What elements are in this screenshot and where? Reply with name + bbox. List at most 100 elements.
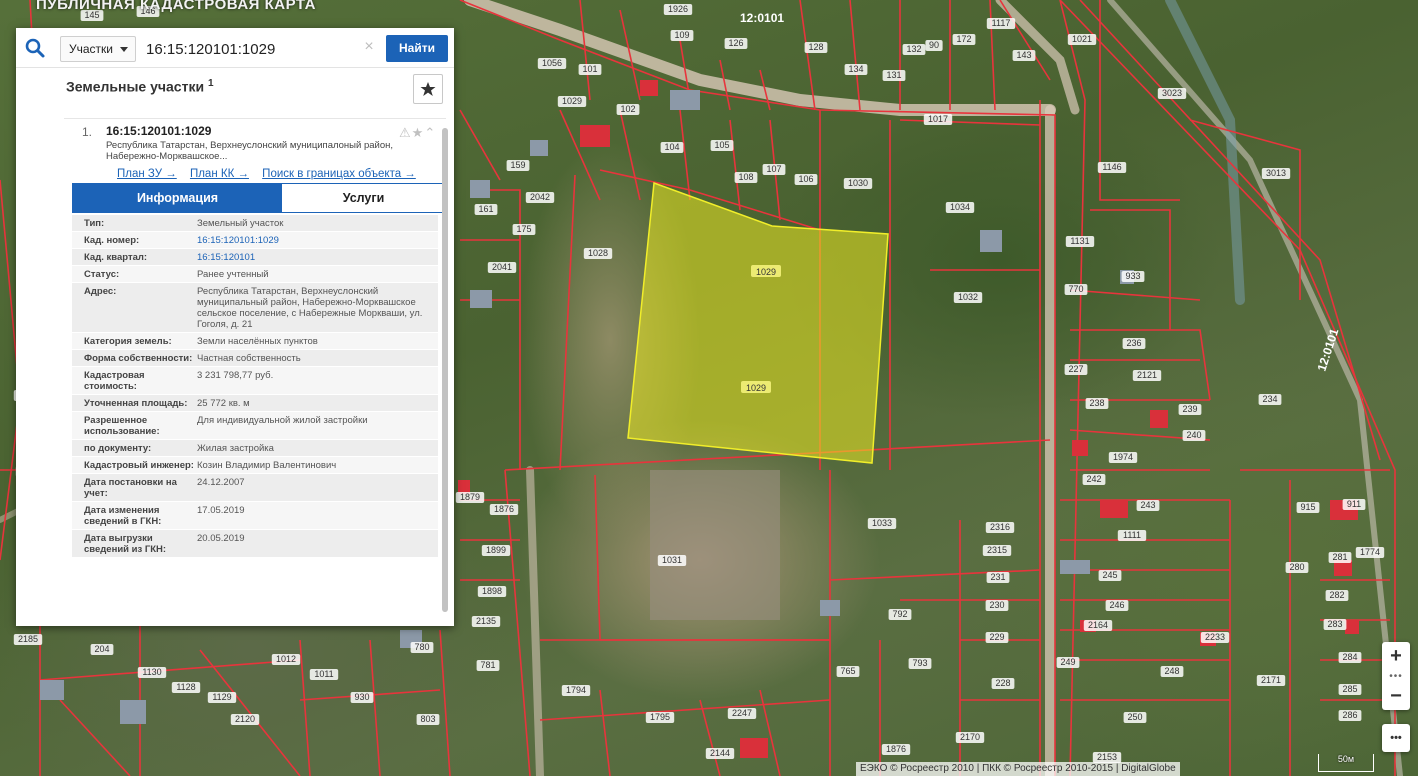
parcel-label-text: 1032 bbox=[958, 292, 978, 302]
parcel-label-text: 231 bbox=[990, 572, 1005, 582]
parcel-label: 1129 bbox=[207, 692, 237, 703]
quarter-label: 12:0101 bbox=[740, 11, 784, 25]
parcel-label: 126 bbox=[724, 38, 748, 49]
info-value: 24.12.2007 bbox=[197, 477, 245, 488]
parcel-label: 227 bbox=[1064, 364, 1088, 375]
info-value[interactable]: 16:15:120101:1029 bbox=[197, 232, 438, 248]
parcel-label-text: 242 bbox=[1086, 474, 1101, 484]
parcel-label-text: 234 bbox=[1262, 394, 1277, 404]
star-icon bbox=[420, 82, 436, 96]
parcel-label-text: 228 bbox=[995, 678, 1010, 688]
parcel-label-text: 230 bbox=[989, 600, 1004, 610]
search-in-bounds-link[interactable]: Поиск в границах объекта → bbox=[262, 168, 416, 180]
plan-kk-link[interactable]: План КК → bbox=[190, 168, 249, 180]
chevron-up-icon[interactable]: ⌃ bbox=[424, 125, 436, 140]
parcel-label-text: 1879 bbox=[460, 492, 480, 502]
parcel-label-text: 1130 bbox=[142, 667, 161, 677]
parcel-label-text: 1774 bbox=[1360, 547, 1380, 557]
parcel-label: 911 bbox=[1342, 499, 1366, 510]
parcel-label: 280 bbox=[1285, 562, 1309, 573]
parcel-label-text: 109 bbox=[674, 30, 689, 40]
info-key: Уточненная площадь: bbox=[84, 398, 188, 409]
info-value: Для индивидуальной жилой застройки bbox=[197, 415, 368, 426]
parcel-label: 172 bbox=[952, 34, 976, 45]
parcel-label: 281 bbox=[1328, 552, 1352, 563]
parcel-label: 1879 bbox=[455, 492, 485, 503]
info-row: Кадастровый инженер: Козин Владимир Вален… bbox=[72, 457, 438, 474]
chevron-down-icon bbox=[120, 47, 128, 52]
search-input[interactable] bbox=[140, 36, 386, 62]
more-tools-control: ••• bbox=[1382, 724, 1410, 752]
parcel-label: 1034 bbox=[945, 202, 975, 213]
parcel-label-text: 1017 bbox=[928, 114, 948, 124]
zoom-in-button[interactable]: + bbox=[1382, 642, 1410, 670]
search-panel: Участки × Найти Земельные участки 1 1. 1… bbox=[16, 28, 454, 626]
parcel-label-text: 2042 bbox=[530, 192, 550, 202]
object-type-select[interactable]: Участки bbox=[60, 36, 136, 62]
info-value: Республика Татарстан, Верхнеуслонский му… bbox=[197, 286, 423, 330]
map-attribution: ЕЭКО © Росреестр 2010 | ПКК © Росреестр … bbox=[856, 762, 1180, 776]
info-row: Дата постановки на учет: 24.12.2007 bbox=[72, 474, 438, 502]
info-value[interactable]: 16:15:120101 bbox=[197, 249, 438, 265]
parcel-label: 2041 bbox=[487, 262, 517, 273]
parcel-label-text: 249 bbox=[1060, 657, 1075, 667]
parcel-label-text: 1876 bbox=[886, 744, 906, 754]
info-key: Форма собственности: bbox=[84, 353, 193, 364]
parcel-label-text: 2233 bbox=[1205, 632, 1225, 642]
parcel-label-text: 104 bbox=[664, 142, 679, 152]
parcel-label: 1117 bbox=[986, 18, 1016, 29]
parcel-label-text: 128 bbox=[808, 42, 823, 52]
panel-scrollbar[interactable] bbox=[442, 128, 448, 612]
zoom-out-button[interactable]: − bbox=[1382, 682, 1410, 710]
parcel-label: 2042 bbox=[525, 192, 555, 203]
favorites-button[interactable] bbox=[413, 74, 443, 104]
parcel-label: 128 bbox=[804, 42, 828, 53]
parcel-label: 793 bbox=[908, 658, 932, 669]
parcel-label-text: 2247 bbox=[732, 708, 752, 718]
parcel-label: 2247 bbox=[727, 708, 757, 719]
parcel-label: 930 bbox=[350, 692, 374, 703]
parcel-label-text: 204 bbox=[94, 644, 109, 654]
parcel-label: 3013 bbox=[1261, 168, 1291, 179]
parcel-label: 134 bbox=[844, 64, 868, 75]
tab-information[interactable]: Информация bbox=[73, 184, 282, 212]
star-outline-icon[interactable]: ★ bbox=[412, 125, 425, 140]
plan-zu-link[interactable]: План ЗУ → bbox=[117, 168, 177, 180]
parcel-label-text: 132 bbox=[906, 44, 921, 54]
scale-bar: 50м bbox=[1318, 754, 1374, 772]
more-tools-button[interactable]: ••• bbox=[1382, 724, 1410, 752]
zoom-control: + ••• − bbox=[1382, 642, 1410, 710]
parcel-label-text: 2144 bbox=[710, 748, 730, 758]
parcel-label: 1111 bbox=[1117, 530, 1147, 541]
info-row: Дата изменения сведений в ГКН: 17.05.2019 bbox=[72, 502, 438, 530]
results-count: 1 bbox=[207, 78, 214, 89]
search-icon[interactable] bbox=[24, 37, 46, 59]
tab-services[interactable]: Услуги bbox=[282, 184, 445, 212]
clear-icon[interactable]: × bbox=[362, 39, 376, 55]
parcel-label-text: 3013 bbox=[1266, 168, 1286, 178]
parcel-label: 770 bbox=[1064, 284, 1088, 295]
info-row: Уточненная площадь: 25 772 кв. м bbox=[72, 395, 438, 412]
parcel-label: 284 bbox=[1338, 652, 1362, 663]
parcel-label-text: 2316 bbox=[990, 522, 1010, 532]
parcel-label: 3023 bbox=[1157, 88, 1187, 99]
parcel-label-text: 90 bbox=[929, 40, 939, 50]
parcel-label-text: 1795 bbox=[650, 712, 670, 722]
parcel-label-text: 781 bbox=[480, 660, 495, 670]
parcel-label: 282 bbox=[1325, 590, 1349, 601]
selected-parcel-highlight[interactable] bbox=[627, 181, 889, 464]
parcel-label-text: 131 bbox=[886, 70, 901, 80]
parcel-label-text: 3023 bbox=[1162, 88, 1182, 98]
parcel-label-text: 780 bbox=[414, 642, 429, 652]
scrollbar-thumb[interactable] bbox=[442, 128, 448, 612]
parcel-label-text: 1131 bbox=[1070, 236, 1089, 246]
result-cadastral-id[interactable]: 16:15:120101:1029 bbox=[106, 124, 211, 138]
warning-icon[interactable]: ⚠ bbox=[399, 125, 412, 140]
info-table: Тип: Земельный участок Кад. номер: 16:15:12… bbox=[72, 215, 438, 619]
parcel-label-text: 1029 bbox=[562, 96, 582, 106]
parcel-label-text: 1876 bbox=[494, 504, 514, 514]
info-value: Козин Владимир Валентинович bbox=[197, 460, 337, 471]
result-address: Республика Татарстан, Верхнеуслонский му… bbox=[106, 140, 393, 162]
parcel-label-text: 175 bbox=[516, 224, 531, 234]
find-button[interactable]: Найти bbox=[386, 35, 448, 62]
